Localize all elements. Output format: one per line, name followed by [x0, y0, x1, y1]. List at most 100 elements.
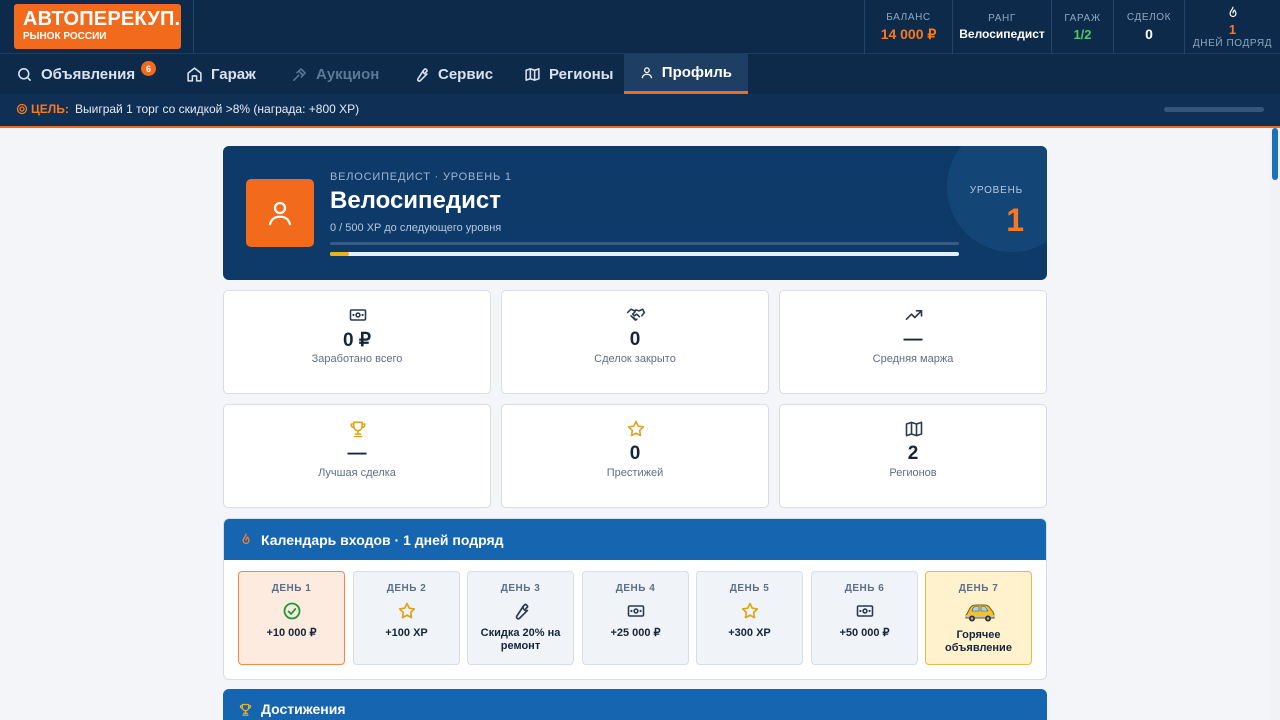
logo-title: АВТОПЕРЕКУП.	[23, 8, 181, 30]
stat-card-earned: 0 ₽ Заработано всего	[223, 290, 491, 394]
stat-label: Лучшая сделка	[318, 467, 396, 479]
balance-value: 14 000 ₽	[880, 25, 937, 42]
stat-value: 0	[629, 329, 641, 350]
achievements-title: Достижения	[261, 701, 346, 717]
cash-icon	[627, 605, 645, 617]
level-value: 1	[1006, 202, 1024, 238]
stat-card-deals: 0 Сделок закрыто	[501, 290, 769, 394]
day-reward: Скидка 20% на ремонт	[480, 627, 561, 652]
fire-icon	[242, 532, 250, 544]
star-icon	[741, 602, 759, 619]
user-icon	[268, 201, 292, 226]
tab-auction-label: Аукцион	[316, 65, 380, 83]
cash-icon	[856, 605, 874, 617]
profile-card: ВЕЛОСИПЕДИСТ · УРОВЕНЬ 1 Велосипедист 0 …	[223, 146, 1047, 280]
level-label: УРОВЕНЬ	[969, 185, 1023, 196]
day-label: ДЕНЬ 6	[844, 583, 885, 594]
xp-track-secondary	[330, 242, 959, 245]
top-bar: АВТОПЕРЕКУП. РЫНОК РОССИИ БАЛАНС 14 000 …	[0, 0, 1280, 54]
day-label: ДЕНЬ 1	[271, 583, 312, 594]
car-icon	[965, 604, 995, 622]
streak-stat: 1 ДНЕЙ ПОДРЯД	[1184, 0, 1280, 54]
day-reward: +300 XP	[728, 627, 771, 639]
tab-garage-label: Гараж	[211, 65, 256, 83]
tab-listings-label: Объявления	[41, 65, 136, 83]
calendar-day-4[interactable]: ДЕНЬ 4 +25 000 ₽	[582, 571, 689, 665]
goal-label-text: ЦЕЛЬ:	[31, 102, 69, 116]
rank-stat: РАНГ Велосипедист	[952, 0, 1051, 54]
stat-card-prestige: 0 Престижей	[501, 404, 769, 508]
goal-label: ЦЕЛЬ:	[16, 102, 69, 116]
day-reward: Горячее объявление	[945, 629, 1012, 654]
cash-icon	[349, 309, 367, 321]
scrollbar-thumb[interactable]	[1272, 128, 1278, 180]
stat-value: —	[347, 443, 367, 464]
listings-count-badge: 6	[141, 61, 156, 76]
main-nav: Объявления 6 Гараж Аукцион Сервис Регион…	[0, 54, 1280, 94]
day-label: ДЕНЬ 3	[500, 583, 541, 594]
day-reward: +25 000 ₽	[610, 627, 661, 639]
balance-label: БАЛАНС	[886, 11, 931, 23]
profile-title: Велосипедист	[330, 187, 501, 214]
gavel-icon	[293, 67, 306, 81]
deals-label: СДЕЛОК	[1126, 12, 1172, 23]
streak-label: ДНЕЙ ПОДРЯД	[1192, 38, 1273, 49]
wrench-icon	[515, 603, 529, 620]
check-circle-icon	[283, 602, 301, 620]
day-reward: +50 000 ₽	[839, 627, 890, 639]
tab-service[interactable]: Сервис	[397, 54, 509, 94]
xp-progress-bar	[330, 252, 959, 256]
logo-subtitle: РЫНОК РОССИИ	[23, 31, 107, 42]
stats-bar: БАЛАНС 14 000 ₽ РАНГ Велосипедист ГАРАЖ …	[864, 0, 1280, 54]
tab-garage[interactable]: Гараж	[170, 54, 272, 94]
rank-value: Велосипедист	[959, 27, 1045, 41]
stat-value: —	[903, 329, 923, 350]
xp-progress-fill	[330, 252, 349, 256]
handshake-icon	[626, 308, 646, 321]
goal-bar: ЦЕЛЬ: Выиграй 1 торг со скидкой >8% (наг…	[0, 94, 1280, 128]
tab-profile-label: Профиль	[661, 64, 732, 81]
tab-auction[interactable]: Аукцион	[275, 54, 395, 94]
calendar-day-2[interactable]: ДЕНЬ 2 +100 XP	[353, 571, 460, 665]
trophy-icon	[239, 703, 252, 716]
tab-regions[interactable]: Регионы	[508, 54, 629, 94]
stat-value: 2	[907, 443, 919, 464]
calendar-day-1[interactable]: ДЕНЬ 1 +10 000 ₽	[238, 571, 345, 665]
map-icon	[525, 67, 540, 81]
user-icon	[641, 67, 653, 79]
login-calendar: Календарь входов · 1 дней подряд ДЕНЬ 1 …	[223, 518, 1047, 680]
stat-label: Средняя маржа	[872, 353, 954, 365]
stat-label: Регионов	[889, 467, 937, 479]
star-icon	[398, 602, 416, 619]
calendar-day-3[interactable]: ДЕНЬ 3 Скидка 20% на ремонт	[467, 571, 574, 665]
wrench-icon	[416, 67, 428, 82]
scrollbar-track[interactable]	[1270, 128, 1280, 720]
rank-label: РАНГ	[988, 13, 1016, 24]
stat-label: Заработано всего	[311, 353, 403, 365]
goal-text: Выиграй 1 торг со скидкой >8% (награда: …	[75, 102, 360, 116]
day-reward: +10 000 ₽	[266, 627, 317, 639]
stat-card-best-deal: — Лучшая сделка	[223, 404, 491, 508]
map-icon	[905, 421, 923, 437]
calendar-day-5[interactable]: ДЕНЬ 5 +300 XP	[696, 571, 803, 665]
fire-icon	[1229, 6, 1236, 18]
garage-value: 1/2	[1073, 26, 1092, 42]
achievements-header[interactable]: Достижения	[223, 689, 1047, 720]
calendar-day-6[interactable]: ДЕНЬ 6 +50 000 ₽	[811, 571, 918, 665]
day-label: ДЕНЬ 4	[615, 583, 656, 594]
day-label: ДЕНЬ 2	[386, 583, 427, 594]
tab-profile[interactable]: Профиль	[624, 54, 748, 94]
tab-regions-label: Регионы	[549, 65, 614, 83]
calendar-title: Календарь входов · 1 дней подряд	[261, 531, 504, 548]
search-icon	[18, 67, 31, 81]
tab-service-label: Сервис	[438, 65, 494, 83]
stat-card-margin: — Средняя маржа	[779, 290, 1047, 394]
goal-progress-bar	[1164, 107, 1264, 112]
trophy-icon	[350, 421, 366, 438]
calendar-day-7[interactable]: ДЕНЬ 7 Горячее объявление	[925, 571, 1032, 665]
calendar-header: Календарь входов · 1 дней подряд	[224, 519, 1046, 560]
deals-value: 0	[1145, 26, 1153, 42]
logo[interactable]: АВТОПЕРЕКУП. РЫНОК РОССИИ	[14, 4, 181, 49]
target-icon	[16, 103, 28, 115]
streak-value: 1	[1228, 22, 1237, 37]
